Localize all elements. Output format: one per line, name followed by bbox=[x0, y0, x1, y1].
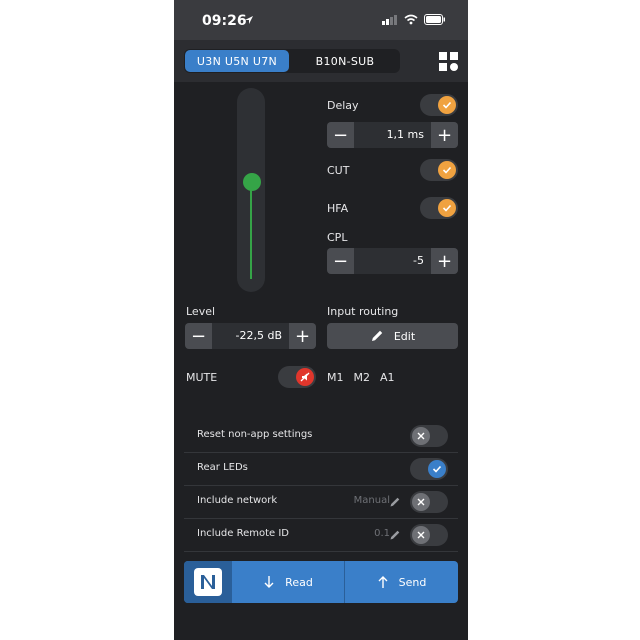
cpl-label: CPL bbox=[327, 231, 348, 244]
level-value: -22,5 dB bbox=[235, 329, 283, 342]
cpl-increment-button[interactable]: + bbox=[431, 248, 458, 274]
edit-label: Edit bbox=[393, 329, 416, 343]
settings-list: Reset non-app settings Rear LEDs Include… bbox=[184, 420, 458, 552]
nfc-badge bbox=[184, 561, 232, 603]
level-slider[interactable] bbox=[237, 88, 265, 292]
rear-leds-toggle[interactable] bbox=[410, 458, 448, 480]
check-icon bbox=[442, 204, 452, 212]
read-button[interactable]: Read bbox=[232, 561, 344, 603]
check-icon bbox=[442, 166, 452, 174]
cpl-value: -5 bbox=[413, 254, 424, 267]
mute-speaker-icon bbox=[300, 372, 310, 382]
signal-icon bbox=[382, 15, 397, 25]
phone-screen: 09:26 U3N U5N U7N B10N-SUB Delay − 1,1 m… bbox=[174, 0, 468, 640]
toggle-knob-off bbox=[412, 493, 430, 511]
input-routing-options: M1 M2 A1 bbox=[327, 371, 395, 384]
pencil-icon bbox=[371, 330, 383, 341]
arrow-down-icon bbox=[264, 576, 274, 588]
toggle-knob-off bbox=[412, 427, 430, 445]
delay-toggle-knob bbox=[438, 96, 456, 114]
status-icons bbox=[382, 14, 446, 25]
toggle-knob-off bbox=[412, 526, 430, 544]
level-decrement-button[interactable]: − bbox=[185, 323, 212, 349]
include-network-value: Manual bbox=[353, 495, 390, 506]
read-label: Read bbox=[285, 575, 313, 589]
cut-toggle-knob bbox=[438, 161, 456, 179]
include-network-toggle[interactable] bbox=[410, 491, 448, 513]
cpl-decrement-button[interactable]: − bbox=[327, 248, 354, 274]
send-label: Send bbox=[398, 575, 427, 589]
input-routing-label: Input routing bbox=[327, 305, 399, 318]
tab-b10n-sub[interactable]: B10N-SUB bbox=[291, 50, 399, 72]
level-increment-button[interactable]: + bbox=[289, 323, 316, 349]
level-slider-handle[interactable] bbox=[243, 173, 261, 191]
delay-value: 1,1 ms bbox=[386, 128, 424, 141]
include-remote-id-label: Include Remote ID bbox=[197, 528, 289, 539]
tab-u3n-u5n-u7n[interactable]: U3N U5N U7N bbox=[185, 50, 289, 72]
cpl-stepper: − -5 + bbox=[327, 248, 458, 274]
routing-option-a1[interactable]: A1 bbox=[380, 371, 395, 384]
pencil-icon[interactable] bbox=[389, 496, 401, 508]
arrow-up-icon bbox=[378, 576, 388, 588]
settings-row-reset: Reset non-app settings bbox=[184, 420, 458, 453]
mute-label: MUTE bbox=[186, 371, 218, 384]
settings-row-include-remote-id: Include Remote ID 0.1 bbox=[184, 519, 458, 552]
device-type-segmented-control: U3N U5N U7N B10N-SUB bbox=[184, 49, 400, 73]
nfc-action-bar: Read Send bbox=[184, 561, 458, 603]
hfa-toggle[interactable] bbox=[420, 197, 458, 219]
cut-label: CUT bbox=[327, 164, 350, 177]
routing-option-m2[interactable]: M2 bbox=[354, 371, 371, 384]
nfc-icon bbox=[194, 568, 222, 596]
device-header: U3N U5N U7N B10N-SUB bbox=[174, 40, 468, 82]
delay-toggle[interactable] bbox=[420, 94, 458, 116]
status-bar: 09:26 bbox=[174, 0, 468, 40]
level-stepper: − -22,5 dB + bbox=[185, 323, 316, 349]
input-routing-edit-button[interactable]: Edit bbox=[327, 323, 458, 349]
include-remote-id-value: 0.1 bbox=[374, 528, 390, 539]
x-icon bbox=[417, 531, 425, 539]
level-slider-fill bbox=[250, 182, 252, 279]
toggle-knob-on bbox=[428, 460, 446, 478]
include-network-label: Include network bbox=[197, 495, 278, 506]
rear-leds-label: Rear LEDs bbox=[197, 462, 248, 473]
delay-label: Delay bbox=[327, 99, 359, 112]
location-arrow-icon bbox=[245, 16, 253, 24]
mute-toggle[interactable] bbox=[278, 366, 316, 388]
wifi-icon bbox=[404, 14, 418, 25]
pencil-icon[interactable] bbox=[389, 529, 401, 541]
status-time: 09:26 bbox=[202, 13, 247, 29]
send-button[interactable]: Send bbox=[345, 561, 458, 603]
delay-stepper: − 1,1 ms + bbox=[327, 122, 458, 148]
x-icon bbox=[417, 498, 425, 506]
hfa-label: HFA bbox=[327, 202, 349, 215]
routing-option-m1[interactable]: M1 bbox=[327, 371, 344, 384]
reset-non-app-settings-label: Reset non-app settings bbox=[197, 429, 313, 440]
settings-row-include-network: Include network Manual bbox=[184, 486, 458, 519]
reset-non-app-settings-toggle[interactable] bbox=[410, 425, 448, 447]
include-remote-id-toggle[interactable] bbox=[410, 524, 448, 546]
check-icon bbox=[442, 101, 452, 109]
delay-decrement-button[interactable]: − bbox=[327, 122, 354, 148]
settings-row-rear-leds: Rear LEDs bbox=[184, 453, 458, 486]
level-label: Level bbox=[186, 305, 216, 318]
grid-menu-icon[interactable] bbox=[439, 52, 458, 71]
x-icon bbox=[417, 432, 425, 440]
check-icon bbox=[432, 465, 442, 473]
cut-toggle[interactable] bbox=[420, 159, 458, 181]
mute-toggle-knob bbox=[296, 368, 314, 386]
battery-icon bbox=[424, 14, 445, 25]
hfa-toggle-knob bbox=[438, 199, 456, 217]
delay-increment-button[interactable]: + bbox=[431, 122, 458, 148]
